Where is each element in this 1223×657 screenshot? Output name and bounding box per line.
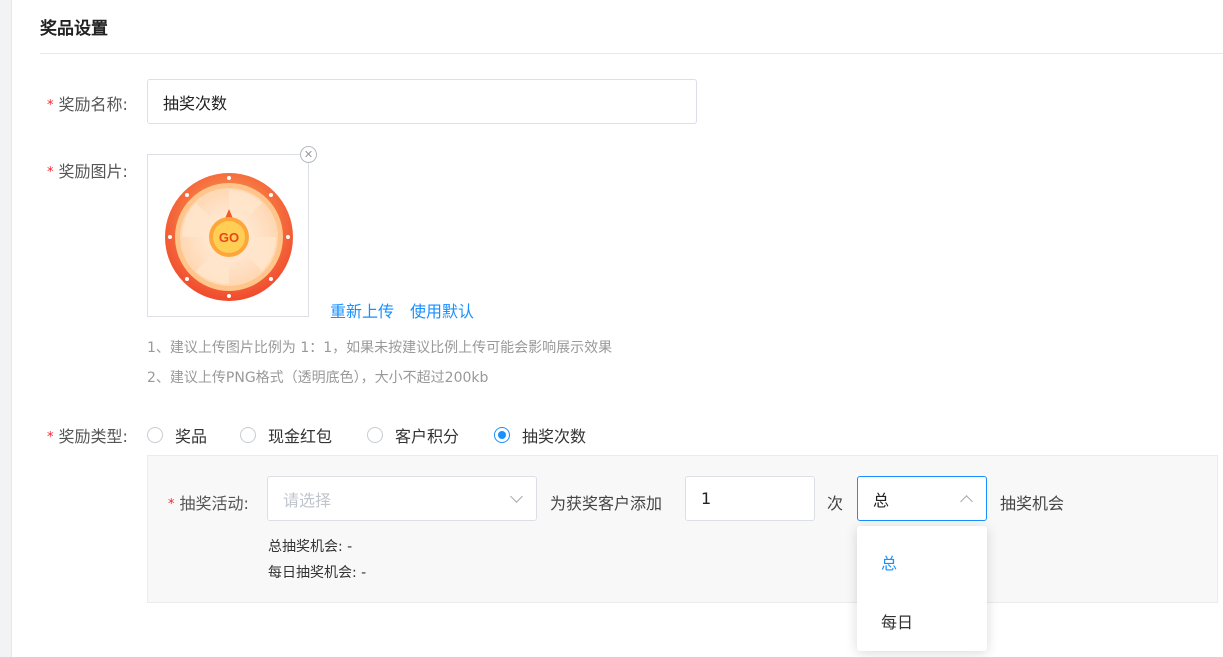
reward-type-label-text: 奖励类型: — [58, 427, 128, 446]
upload-tip-format: 2、建议上传PNG格式（透明底色），大小不超过200kb — [147, 370, 489, 386]
lottery-activity-placeholder: 请选择 — [283, 490, 332, 510]
add-for-winner-text: 为获奖客户添加 — [550, 494, 663, 513]
radio-circle-icon[interactable] — [240, 427, 256, 443]
radio-circle-icon[interactable] — [367, 427, 383, 443]
section-title: 奖品设置 — [40, 19, 108, 39]
reward-image-preview[interactable]: GO — [147, 154, 309, 317]
reward-name-value: 抽奖次数 — [163, 93, 228, 113]
draw-count-input[interactable]: 1 — [685, 476, 815, 521]
wheel-go-text: GO — [219, 230, 239, 245]
count-unit-text: 次 — [827, 494, 844, 513]
left-edge-bar — [0, 0, 12, 657]
total-chance-text: 总抽奖机会: - — [268, 539, 353, 555]
radio-prize-label: 奖品 — [175, 427, 208, 446]
draw-chance-suffix: 抽奖机会 — [1000, 494, 1065, 513]
reward-name-input[interactable]: 抽奖次数 — [147, 79, 697, 124]
chevron-down-icon — [510, 489, 523, 503]
upload-tip-ratio: 1、建议上传图片比例为 1：1，如果未按建议比例上传可能会影响展示效果 — [147, 340, 613, 356]
radio-checked-icon[interactable] — [494, 427, 510, 443]
dropdown-option-total[interactable]: 总 — [881, 550, 897, 574]
draw-count-value: 1 — [701, 489, 712, 508]
period-select-value: 总 — [873, 490, 890, 510]
reward-type-label: * 奖励类型: — [47, 423, 128, 447]
required-mark: * — [47, 430, 54, 445]
reward-image-label-text: 奖励图片: — [58, 162, 128, 181]
required-mark: * — [47, 98, 54, 113]
required-mark: * — [168, 497, 175, 512]
use-default-link[interactable]: 使用默认 — [410, 298, 474, 322]
radio-customer-points[interactable]: 客户积分 — [367, 423, 459, 447]
lottery-activity-label: * 抽奖活动: — [168, 490, 249, 514]
required-mark: * — [47, 165, 54, 180]
chevron-up-icon — [960, 494, 973, 508]
daily-chance-text: 每日抽奖机会: - — [268, 565, 367, 581]
period-select[interactable]: 总 — [857, 476, 987, 521]
radio-cash-red-packet[interactable]: 现金红包 — [240, 423, 332, 447]
reward-name-label-text: 奖励名称: — [58, 95, 128, 114]
reupload-link[interactable]: 重新上传 — [330, 298, 394, 322]
lottery-activity-label-text: 抽奖活动: — [179, 494, 249, 513]
radio-prize[interactable]: 奖品 — [147, 423, 207, 447]
radio-cash-label: 现金红包 — [268, 427, 333, 446]
section-divider — [40, 53, 1223, 54]
dropdown-option-daily[interactable]: 每日 — [881, 609, 913, 633]
lottery-activity-select[interactable]: 请选择 — [267, 476, 537, 521]
reward-image-label: * 奖励图片: — [47, 158, 128, 182]
reward-name-label: * 奖励名称: — [47, 91, 128, 115]
period-dropdown-menu: 总 每日 — [857, 526, 987, 651]
radio-draw-times-label: 抽奖次数 — [522, 427, 587, 446]
radio-draw-times[interactable]: 抽奖次数 — [494, 423, 586, 447]
lucky-wheel-image: GO — [165, 173, 293, 301]
radio-points-label: 客户积分 — [395, 427, 460, 446]
remove-image-icon[interactable]: ✕ — [300, 146, 317, 163]
radio-circle-icon[interactable] — [147, 427, 163, 443]
